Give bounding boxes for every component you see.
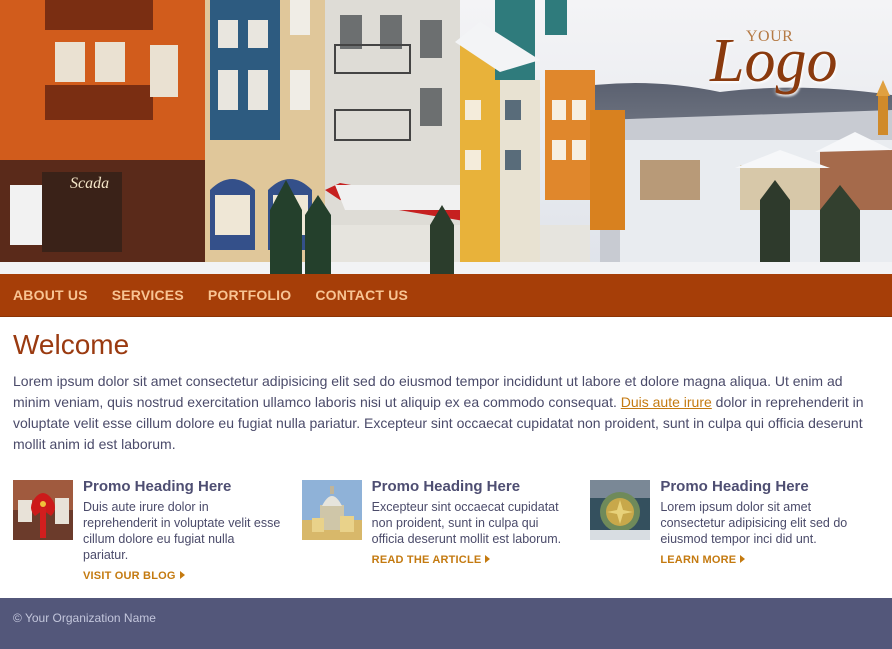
logo-text: Logo <box>710 27 838 95</box>
promo-description: Excepteur sint occaecat cupidatat non pr… <box>371 500 562 546</box>
promo-thumbnail <box>301 480 362 540</box>
main-nav: ABOUT US SERVICES PORTFOLIO CONTACT US <box>0 274 892 317</box>
main-content: Welcome Lorem ipsum dolor sit amet conse… <box>0 317 892 584</box>
intro-link[interactable]: Duis aute irure <box>621 394 712 410</box>
nav-about-us[interactable]: ABOUT US <box>13 287 88 303</box>
header-banner: Scada YOUR Logo <box>0 0 892 274</box>
visit-our-blog-link[interactable]: VISIT OUR BLOG <box>83 570 185 582</box>
promo-item: Promo Heading Here Duis aute irure dolor… <box>13 478 302 584</box>
logo[interactable]: YOUR Logo <box>710 28 860 108</box>
svg-text:Scada: Scada <box>70 175 109 192</box>
promo-text-block: Promo Heading Here Excepteur sint occaec… <box>371 478 572 584</box>
promo-link-label: READ THE ARTICLE <box>371 554 482 566</box>
promo-item: Promo Heading Here Lorem ipsum dolor sit… <box>590 478 879 584</box>
promo-text-block: Promo Heading Here Lorem ipsum dolor sit… <box>660 478 860 584</box>
promo-description: Duis aute irure dolor in reprehenderit i… <box>83 500 281 562</box>
chevron-right-icon <box>179 571 185 579</box>
promo-heading: Promo Heading Here <box>371 478 521 495</box>
intro-paragraph: Lorem ipsum dolor sit amet consectetur a… <box>13 371 873 455</box>
nav-contact-us[interactable]: CONTACT US <box>315 287 408 303</box>
promo-heading: Promo Heading Here <box>83 478 232 495</box>
nav-services[interactable]: SERVICES <box>112 287 184 303</box>
chevron-right-icon <box>485 555 491 563</box>
promo-row: Promo Heading Here Duis aute irure dolor… <box>13 478 879 584</box>
promo-item: Promo Heading Here Excepteur sint occaec… <box>301 478 591 584</box>
copyright-text: © Your Organization Name <box>13 611 156 625</box>
chevron-right-icon <box>740 555 746 563</box>
footer: © Your Organization Name <box>0 598 892 649</box>
learn-more-link[interactable]: LEARN MORE <box>660 554 746 566</box>
page-title: Welcome <box>13 329 130 360</box>
promo-link-label: VISIT OUR BLOG <box>83 570 176 582</box>
promo-description: Lorem ipsum dolor sit amet consectetur a… <box>660 500 848 546</box>
promo-heading: Promo Heading Here <box>660 478 809 495</box>
nav-portfolio[interactable]: PORTFOLIO <box>208 287 291 303</box>
promo-thumbnail <box>13 480 73 540</box>
promo-link-label: LEARN MORE <box>660 554 737 566</box>
read-the-article-link[interactable]: READ THE ARTICLE <box>372 554 491 566</box>
promo-text-block: Promo Heading Here Duis aute irure dolor… <box>83 478 283 584</box>
promo-thumbnail <box>590 480 651 540</box>
